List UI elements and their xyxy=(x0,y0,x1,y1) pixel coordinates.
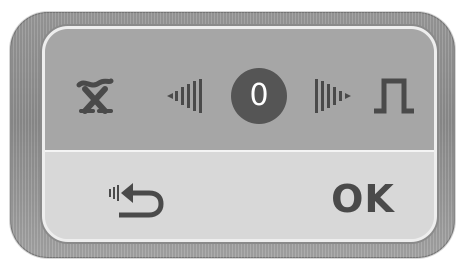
value-label: 0 xyxy=(249,78,269,113)
back-button[interactable] xyxy=(105,176,169,222)
ok-button[interactable]: OK xyxy=(313,174,413,224)
back-arrow-icon xyxy=(109,183,164,218)
square-wave-button[interactable] xyxy=(371,73,417,117)
control-panel: 0 OK xyxy=(42,26,437,242)
value-display: 0 xyxy=(231,68,287,124)
volume-down-icon xyxy=(167,79,202,113)
square-wave-icon xyxy=(374,78,414,114)
bottom-row: OK xyxy=(45,152,434,239)
x-tilde-button[interactable] xyxy=(73,73,117,117)
ok-label: OK xyxy=(331,177,395,221)
volume-up-icon xyxy=(315,79,351,113)
x-tilde-icon xyxy=(76,78,114,114)
increase-button[interactable] xyxy=(305,74,355,118)
decrease-button[interactable] xyxy=(163,74,213,118)
top-row: 0 xyxy=(45,29,434,150)
